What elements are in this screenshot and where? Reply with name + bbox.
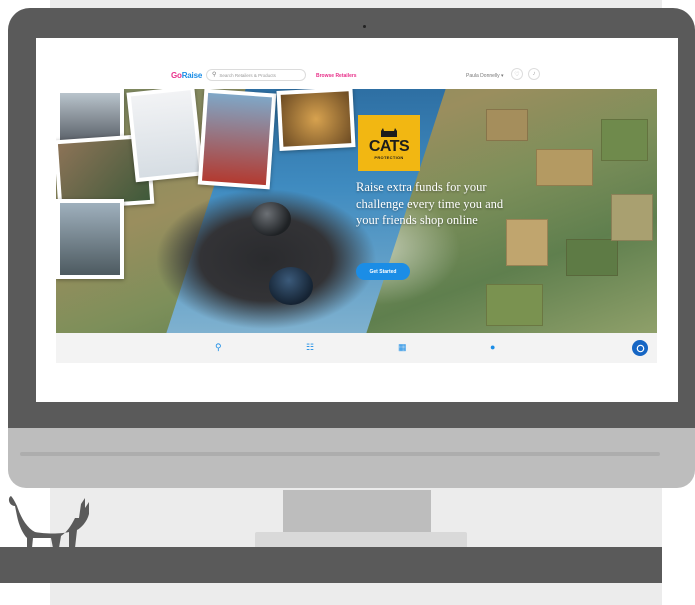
search-input[interactable]: ⚲ Search Retailers & Products (206, 69, 306, 81)
search-icon: ⚲ (212, 72, 217, 78)
photo-boat (56, 199, 124, 279)
globe-icon[interactable]: ● (490, 343, 495, 352)
photo-climbers (197, 89, 277, 190)
chin-brush-stroke (20, 452, 660, 456)
cat-silhouette-icon (8, 496, 90, 548)
field-patch (486, 109, 528, 141)
chat-button[interactable] (632, 340, 648, 356)
get-started-button[interactable]: Get Started (356, 263, 410, 280)
monitor-screen: GoRaise ⚲ Search Retailers & Products Br… (36, 38, 678, 402)
field-patch (611, 194, 653, 241)
camera-dot (363, 25, 366, 28)
monitor-chin (8, 428, 695, 488)
cart-icon[interactable]: ☷ (306, 343, 314, 352)
cat-silhouette-icon (381, 128, 397, 137)
chat-icon (636, 344, 644, 352)
search-icon[interactable]: ⚲ (215, 343, 222, 352)
goraise-logo[interactable]: GoRaise (171, 71, 202, 80)
field-patch (536, 149, 593, 186)
search-placeholder: Search Retailers & Products (219, 72, 276, 78)
hero-headline: Raise extra funds for your challenge eve… (356, 180, 504, 227)
logo-part-go: Go (171, 71, 182, 80)
site-navbar: GoRaise ⚲ Search Retailers & Products Br… (36, 38, 678, 88)
heart-icon[interactable]: ♡ (511, 68, 523, 80)
hero-banner: CATS PROTECTION Raise extra funds for yo… (56, 89, 657, 333)
desk-surface (0, 547, 662, 583)
photo-jumper (126, 89, 204, 183)
skydivers-image (146, 169, 376, 333)
cats-protection-logo: CATS PROTECTION (358, 115, 420, 171)
field-patch (506, 219, 548, 266)
field-patch (601, 119, 648, 161)
field-patch (486, 284, 543, 326)
user-menu[interactable]: Paula Donnelly ▾ (466, 73, 504, 79)
skydiver-helmet (269, 267, 313, 305)
logo-part-raise: Raise (181, 71, 203, 80)
photo-lion (276, 89, 356, 151)
browse-retailers-link[interactable]: Browse Retailers (316, 73, 357, 79)
gift-icon[interactable]: ▦ (398, 343, 407, 352)
cats-logo-sub: PROTECTION (374, 155, 404, 160)
field-patch (566, 239, 618, 276)
cats-logo-word: CATS (368, 138, 410, 155)
notification-bell-icon[interactable]: ♪ (528, 68, 540, 80)
feature-icon-bar: ⚲ ☷ ▦ ● (56, 333, 657, 363)
skydiver-helmet (251, 202, 291, 236)
